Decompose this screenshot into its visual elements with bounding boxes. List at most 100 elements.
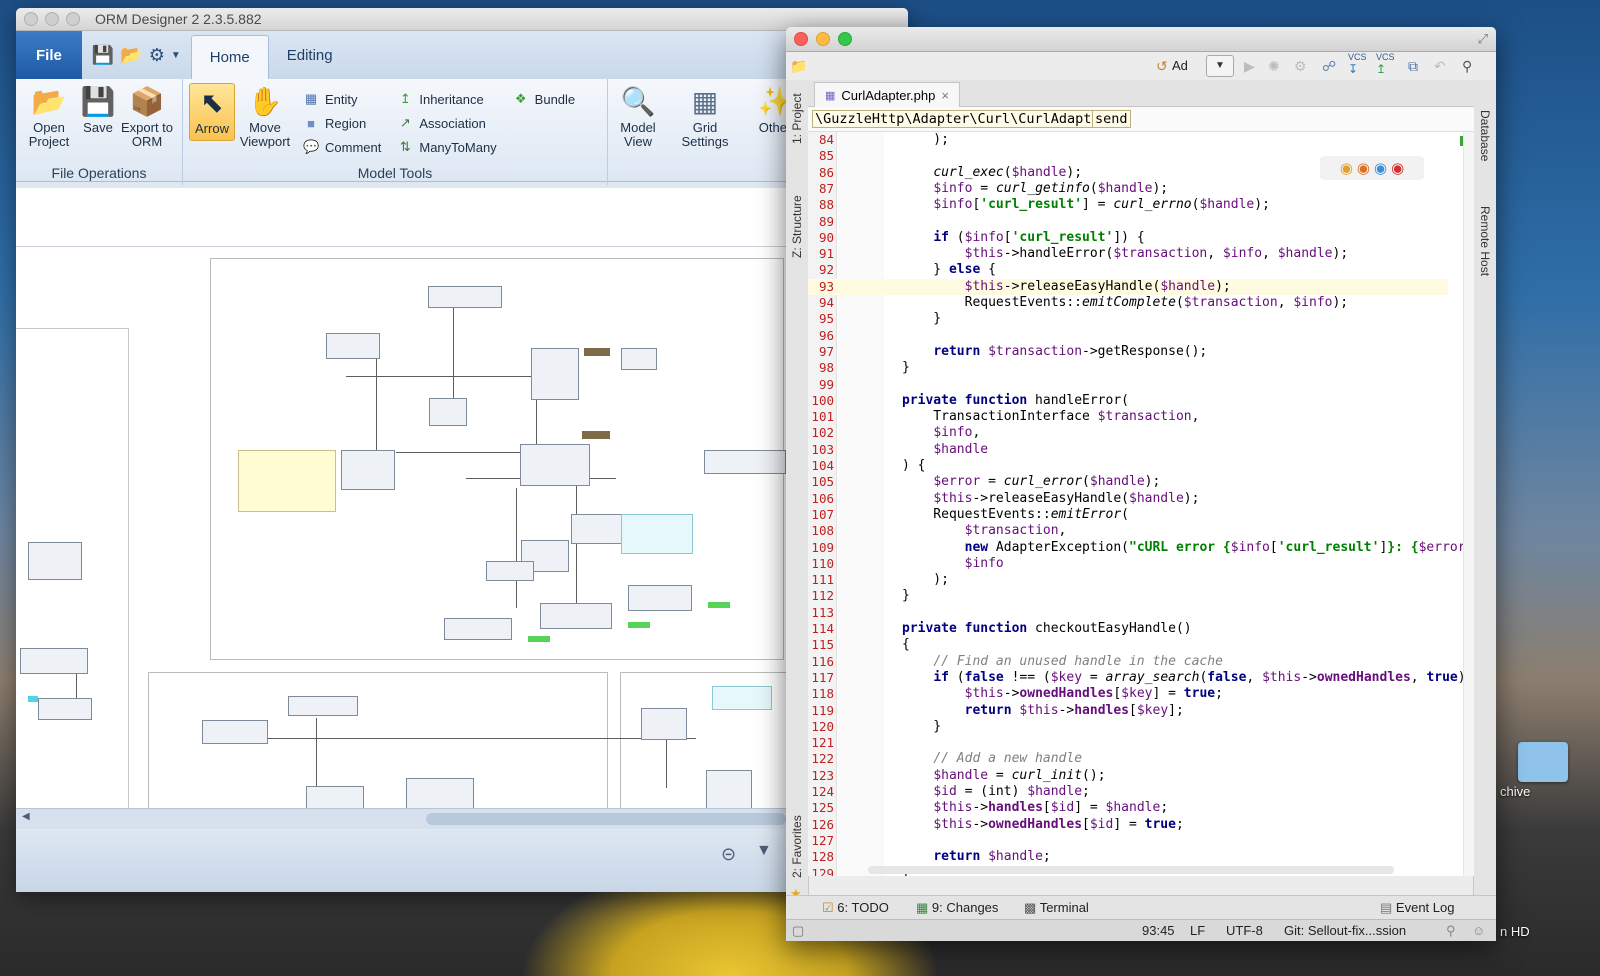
code-text[interactable]: $info, (902, 425, 980, 440)
opera-icon[interactable]: ◉ (1391, 159, 1404, 177)
move-viewport-button[interactable]: ✋ Move Viewport (235, 83, 295, 149)
entity-node[interactable] (202, 720, 268, 744)
code-editor[interactable]: 84 ); 85 86 curl_exec($handle); 87 $info = … (808, 132, 1474, 876)
comment-button[interactable]: 💬 Comment (303, 137, 381, 157)
code-line[interactable]: 92 } else { (808, 262, 1448, 278)
tool-tab-project[interactable]: 1: Project (790, 93, 804, 144)
code-line[interactable]: 116 // Find an unused handle in the cach… (808, 654, 1448, 670)
association-button[interactable]: ↗ Association (397, 113, 496, 133)
gear-icon[interactable]: ⚙ (149, 45, 165, 66)
code-line[interactable]: 98} (808, 360, 1448, 376)
tool-tab-database[interactable]: Database (1478, 110, 1492, 161)
code-line[interactable]: 99 (808, 377, 1448, 393)
entity-node[interactable] (288, 696, 358, 716)
fullscreen-icon[interactable]: ⤢ (1478, 31, 1488, 47)
entity-node[interactable] (20, 648, 88, 674)
panel-toggle-icon[interactable]: ▢ (792, 923, 804, 939)
code-text[interactable]: if ($info['curl_result']) { (902, 230, 1144, 245)
safari-icon[interactable]: ◉ (1374, 159, 1387, 177)
code-text[interactable]: ) { (902, 458, 925, 473)
entity-node[interactable] (38, 698, 92, 720)
code-text[interactable]: $info (902, 556, 1004, 571)
code-line[interactable]: 95 } (808, 311, 1448, 327)
tool-tab-changes[interactable]: ▦ 9: Changes (916, 900, 998, 916)
line-separator[interactable]: LF (1190, 923, 1205, 938)
code-text[interactable]: new AdapterException("cURL error {$info[… (902, 540, 1466, 555)
minimize-button[interactable] (816, 32, 830, 46)
code-text[interactable]: $transaction, (902, 523, 1067, 538)
many-to-many-button[interactable]: ⇅ ManyToMany (397, 137, 497, 157)
code-line[interactable]: 126 $this->ownedHandles[$id] = true; (808, 817, 1448, 833)
code-line[interactable]: 103 $handle (808, 442, 1448, 458)
code-line[interactable]: 114 private function checkoutEasyHandle() (808, 621, 1448, 637)
entity-button[interactable]: ▦ Entity (303, 89, 381, 109)
code-line[interactable]: 88 $info['curl_result'] = curl_errno($ha… (808, 197, 1448, 213)
export-to-orm-button[interactable]: 📦 Export to ORM (120, 83, 174, 149)
tab-file[interactable]: File (16, 31, 82, 79)
code-text[interactable]: $this->ownedHandles[$id] = true; (902, 817, 1183, 832)
close-button[interactable] (24, 12, 38, 26)
model-view-button[interactable]: 🔍 Model View (614, 83, 662, 149)
code-line[interactable]: 93 $this->releaseEasyHandle($handle); (808, 278, 1448, 295)
scroll-left-icon[interactable]: ◀ (22, 811, 30, 822)
entity-node[interactable] (306, 786, 364, 808)
tool-tab-event-log[interactable]: ▤ Event Log (1380, 900, 1454, 916)
entity-node[interactable] (571, 514, 623, 544)
entity-node[interactable] (429, 398, 467, 426)
code-line[interactable]: 94 RequestEvents::emitComplete($transact… (808, 295, 1448, 311)
entity-node[interactable] (628, 585, 692, 611)
code-line[interactable]: 120 } (808, 719, 1448, 735)
inspector-icon[interactable]: ☺ (1472, 923, 1485, 938)
inheritance-button[interactable]: ↥ Inheritance (397, 89, 496, 109)
breadcrumb-method[interactable]: send (1092, 110, 1131, 128)
run-config-dropdown[interactable]: ▼ (1206, 55, 1234, 77)
code-line[interactable]: 100 private function handleError( (808, 393, 1448, 409)
code-text[interactable]: } (902, 311, 941, 326)
entity-node[interactable] (486, 561, 534, 581)
bundle-button[interactable]: ❖ Bundle (513, 89, 575, 109)
tool-tab-structure[interactable]: Z: Structure (790, 195, 804, 258)
chrome-icon[interactable]: ◉ (1340, 159, 1353, 177)
entity-node[interactable] (341, 450, 395, 490)
tool-tab-todo[interactable]: ☑ 6: TODO (822, 900, 889, 916)
code-line[interactable]: 89 (808, 214, 1448, 230)
code-text[interactable]: $this->releaseEasyHandle($handle); (902, 491, 1199, 506)
code-text[interactable]: $handle = curl_init(); (902, 768, 1105, 783)
code-line[interactable]: 108 $transaction, (808, 523, 1448, 539)
scrollbar-thumb[interactable] (426, 813, 786, 825)
close-button[interactable] (794, 32, 808, 46)
code-line[interactable]: 96 (808, 328, 1448, 344)
code-text[interactable]: } else { (902, 262, 996, 277)
code-line[interactable]: 127 (808, 833, 1448, 849)
code-text[interactable]: $info['curl_result'] = curl_errno($handl… (902, 197, 1270, 212)
entity-node[interactable] (326, 333, 380, 359)
code-line[interactable]: 84 ); (808, 132, 1448, 148)
entity-node[interactable] (444, 618, 512, 640)
code-line[interactable]: 113 (808, 605, 1448, 621)
folder-icon[interactable]: 📂 (120, 45, 142, 66)
tab-editing[interactable]: Editing (269, 31, 351, 79)
code-text[interactable]: private function handleError( (902, 393, 1129, 408)
lock-icon[interactable]: ⚲ (1446, 923, 1456, 939)
code-line[interactable]: 90 if ($info['curl_result']) { (808, 230, 1448, 246)
entity-node[interactable] (406, 778, 474, 808)
file-tab-curladapter[interactable]: ▦ CurlAdapter.php × (814, 82, 960, 107)
code-line[interactable]: 119 return $this->handles[$key]; (808, 703, 1448, 719)
open-project-button[interactable]: 📂 Open Project (22, 83, 76, 149)
run-config-icon[interactable]: ↺ (1156, 58, 1168, 75)
compare-icon[interactable]: ⧉ (1408, 58, 1418, 75)
code-text[interactable]: $id = (int) $handle; (902, 784, 1090, 799)
tool-tab-remote-host[interactable]: Remote Host (1478, 206, 1492, 276)
code-line[interactable]: 101 TransactionInterface $transaction, (808, 409, 1448, 425)
desktop-label-hd[interactable]: n HD (1500, 924, 1530, 939)
code-text[interactable]: } (902, 360, 910, 375)
code-line[interactable]: 107 RequestEvents::emitError( (808, 507, 1448, 523)
entity-node[interactable] (706, 770, 752, 808)
comment-note[interactable] (238, 450, 336, 512)
debug-icon[interactable]: ✺ (1268, 58, 1280, 75)
close-tab-icon[interactable]: × (941, 88, 949, 103)
code-line[interactable]: 121 (808, 735, 1448, 751)
code-line[interactable]: 109 new AdapterException("cURL error {$i… (808, 540, 1465, 556)
save-icon[interactable]: 💾 (92, 45, 114, 66)
tool-tab-favorites[interactable]: 2: Favorites (790, 815, 804, 878)
